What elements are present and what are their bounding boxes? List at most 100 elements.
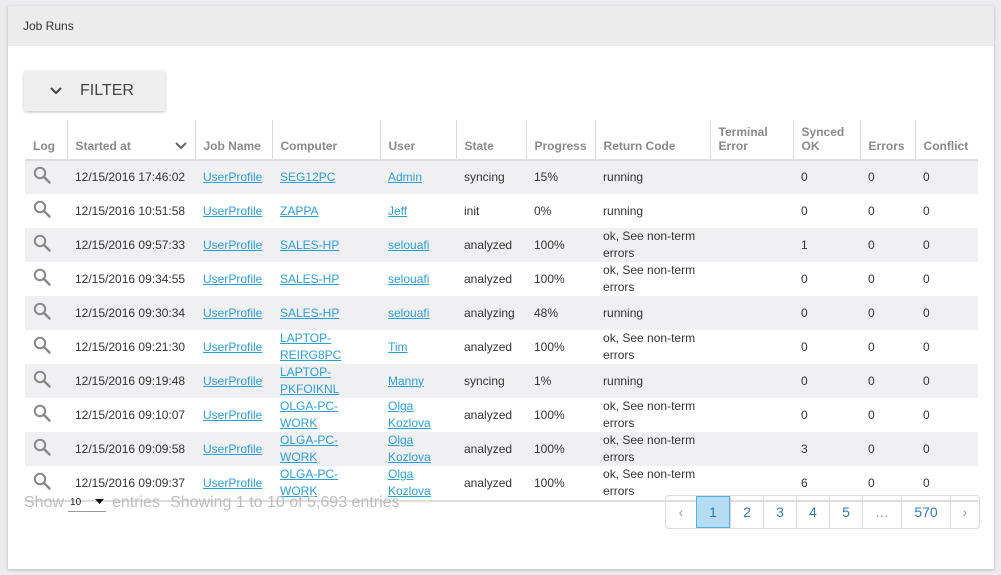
search-icon[interactable]	[33, 302, 51, 320]
job-name-link[interactable]: UserProfile	[203, 374, 262, 388]
job-name-cell: UserProfile	[195, 398, 272, 432]
computer-cell: SALES-HP	[272, 296, 380, 330]
log-cell[interactable]	[25, 160, 67, 194]
conflict-cell: 0	[915, 364, 978, 398]
conflict-cell: 0	[923, 271, 930, 286]
log-cell[interactable]	[25, 330, 67, 364]
user-link[interactable]: selouafi	[388, 272, 429, 286]
computer-link[interactable]: LAPTOP-REIRG8PC	[280, 331, 341, 362]
page-length-select[interactable]: 10	[68, 494, 107, 512]
job-name-link[interactable]: UserProfile	[203, 408, 262, 422]
computer-link[interactable]: SALES-HP	[280, 306, 339, 320]
started-at-cell: 12/15/2016 09:30:34	[67, 296, 195, 330]
column-header-state[interactable]: State	[455, 120, 526, 161]
column-label: Conflict	[923, 139, 969, 153]
table-info: Showing 1 to 10 of 5,693 entries	[170, 494, 400, 511]
search-icon[interactable]	[33, 166, 51, 184]
column-header-progress[interactable]: Progress	[525, 120, 596, 161]
user-link[interactable]: Tim	[388, 340, 408, 354]
job-name-link[interactable]: UserProfile	[203, 340, 262, 354]
search-icon[interactable]	[33, 234, 51, 252]
column-header-computer[interactable]: Computer	[271, 120, 380, 161]
pagination-next[interactable]: ›	[950, 496, 979, 528]
log-cell[interactable]	[25, 364, 67, 398]
user-link[interactable]: Admin	[388, 170, 422, 184]
pagination-previous[interactable]: ‹	[666, 496, 696, 528]
computer-cell: OLGA-PC-WORK	[272, 432, 380, 466]
pagination-page-4[interactable]: 4	[796, 496, 829, 528]
computer-link[interactable]: OLGA-PC-WORK	[280, 399, 338, 430]
synced-ok-cell: 0	[793, 296, 861, 330]
column-header-log[interactable]: Log	[25, 120, 67, 161]
job-name-link[interactable]: UserProfile	[203, 476, 262, 490]
state-cell: analyzed	[464, 271, 513, 286]
pagination-page-2[interactable]: 2	[730, 496, 763, 528]
column-header-job-name[interactable]: Job Name	[194, 120, 272, 161]
errors-cell: 0	[868, 271, 875, 286]
pagination-page-5[interactable]: 5	[829, 496, 862, 528]
log-cell[interactable]	[25, 432, 67, 466]
column-header-synced-ok[interactable]: Synced OK	[792, 120, 861, 161]
pagination-page-3[interactable]: 3	[763, 496, 796, 528]
computer-link[interactable]: ZAPPA	[280, 204, 318, 218]
errors-cell: 0	[860, 296, 916, 330]
column-label: Return Code	[603, 139, 676, 153]
search-icon[interactable]	[33, 268, 51, 286]
terminal-error-cell	[710, 228, 794, 262]
computer-link[interactable]: SALES-HP	[280, 238, 339, 252]
search-icon[interactable]	[33, 438, 51, 456]
pagination-page-1[interactable]: 1	[696, 496, 730, 528]
pagination-page-last[interactable]: 570	[901, 496, 950, 528]
log-cell[interactable]	[25, 296, 67, 330]
user-link[interactable]: Manny	[388, 374, 424, 388]
terminal-error-cell	[710, 262, 793, 296]
synced-ok-cell: 0	[801, 271, 808, 286]
log-cell[interactable]	[25, 398, 67, 432]
computer-link[interactable]: LAPTOP-PKFOIKNL	[280, 365, 339, 396]
filter-button[interactable]: FILTER	[24, 71, 165, 111]
user-link[interactable]: selouafi	[388, 306, 429, 320]
progress-cell: 100%	[534, 407, 565, 422]
job-name-link[interactable]: UserProfile	[203, 306, 262, 320]
user-cell: Manny	[380, 364, 456, 398]
state-cell: analyzed	[464, 339, 513, 354]
computer-cell: ZAPPA	[272, 194, 380, 228]
column-header-errors[interactable]: Errors	[859, 120, 916, 161]
search-icon[interactable]	[33, 472, 51, 490]
user-link[interactable]: Olga Kozlova	[388, 399, 431, 430]
terminal-error-cell	[710, 398, 793, 432]
state-cell: analyzed	[464, 407, 513, 422]
progress-cell: 100%	[526, 432, 596, 466]
pagination: ‹ 1 2 3 4 5 … 570 ›	[665, 495, 980, 529]
column-header-terminal-error[interactable]: Terminal Error	[709, 120, 794, 161]
column-header-started-at[interactable]: Started at	[66, 120, 195, 161]
column-header-conflict[interactable]: Conflict	[914, 120, 978, 161]
user-cell: Olga Kozlova	[380, 432, 456, 466]
started-at-cell: 12/15/2016 09:10:07	[75, 407, 186, 422]
column-header-return-code[interactable]: Return Code	[594, 120, 711, 161]
conflict-cell: 0	[915, 296, 978, 330]
computer-link[interactable]: SALES-HP	[280, 272, 339, 286]
job-name-link[interactable]: UserProfile	[203, 442, 262, 456]
search-icon[interactable]	[33, 336, 51, 354]
user-link[interactable]: selouafi	[388, 238, 429, 252]
search-icon[interactable]	[33, 404, 51, 422]
job-name-link[interactable]: UserProfile	[203, 204, 262, 218]
computer-link[interactable]: OLGA-PC-WORK	[280, 433, 338, 464]
search-icon[interactable]	[33, 370, 51, 388]
search-icon[interactable]	[33, 200, 51, 218]
job-name-link[interactable]: UserProfile	[203, 272, 262, 286]
column-header-user[interactable]: User	[379, 120, 456, 161]
terminal-error-cell	[710, 364, 794, 398]
user-cell: Olga Kozlova	[380, 398, 456, 432]
log-cell[interactable]	[25, 194, 67, 228]
job-name-link[interactable]: UserProfile	[203, 170, 262, 184]
user-link[interactable]: Olga Kozlova	[388, 433, 431, 464]
log-cell[interactable]	[25, 228, 67, 262]
log-cell[interactable]	[25, 262, 67, 296]
state-cell: analyzed	[456, 466, 526, 502]
computer-link[interactable]: SEG12PC	[280, 170, 335, 184]
return-code-cell: ok, See non-term errors	[595, 432, 711, 466]
job-name-link[interactable]: UserProfile	[203, 238, 262, 252]
user-link[interactable]: Jeff	[388, 204, 407, 218]
